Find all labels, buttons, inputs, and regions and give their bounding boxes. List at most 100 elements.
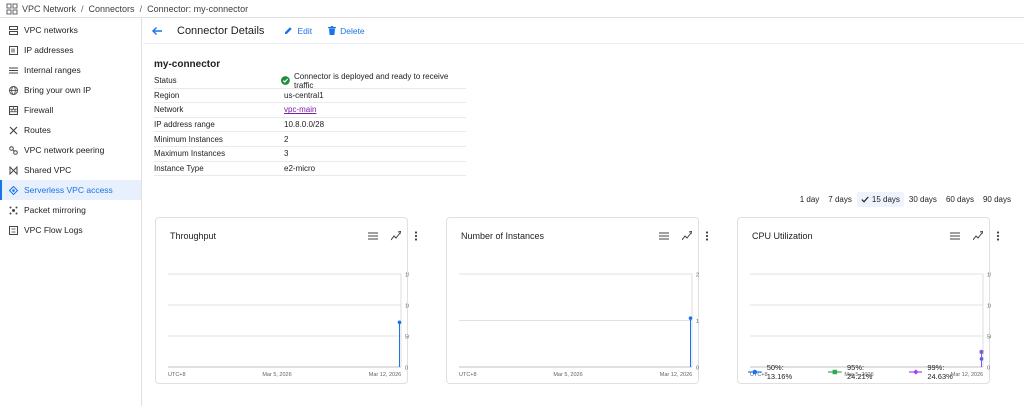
- detail-key: Instance Type: [154, 163, 204, 173]
- sidebar-item-firewall[interactable]: Firewall: [0, 100, 141, 120]
- y-tick-label: 0: [696, 366, 699, 372]
- edit-button-label: Edit: [297, 25, 313, 36]
- detail-row-instance-type: Instance Type e2-micro: [154, 162, 466, 177]
- detail-key: IP address range: [154, 120, 215, 130]
- sidebar-item-label: Internal ranges: [24, 65, 81, 75]
- vpc-networks-icon: [8, 25, 18, 35]
- y-tick-label: 150B/s: [405, 273, 409, 279]
- sidebar-item-vpc-network-peering[interactable]: VPC network peering: [0, 140, 141, 160]
- x-tick-label: UTC+8: [459, 372, 477, 378]
- delete-button-label: Delete: [340, 25, 365, 36]
- range-30-days[interactable]: 30 days: [905, 192, 941, 207]
- detail-key: Network: [154, 105, 184, 115]
- sidebar-item-label: IP addresses: [24, 45, 74, 55]
- y-tick-label: 1: [696, 319, 699, 325]
- sidebar-item-packet-mirroring[interactable]: Packet mirroring: [0, 200, 141, 220]
- shared-vpc-icon: [8, 165, 18, 175]
- checkmark-icon: [861, 196, 869, 203]
- sidebar-item-label: Packet mirroring: [24, 205, 86, 215]
- check-circle-icon: [281, 76, 290, 86]
- legend-item-95[interactable]: 95%: 24.21%: [828, 363, 890, 381]
- more-options-icon[interactable]: [414, 231, 418, 241]
- detail-value: e2-micro: [284, 163, 316, 173]
- network-link[interactable]: vpc-main: [284, 105, 316, 114]
- internal-ranges-icon: [8, 65, 18, 75]
- legend-item-99[interactable]: 99%: 24.63%: [908, 363, 971, 381]
- breadcrumb-current: Connector: my-connector: [147, 3, 249, 14]
- cpu-utilization-chart-card: CPU Utilization 150%100%50%0UTC+8Mar 5, …: [737, 217, 1000, 384]
- sidebar-item-label: VPC networks: [24, 25, 78, 35]
- cpu-utilization-chart: 150%100%50%0UTC+8Mar 5, 2026Mar 12, 2026: [750, 273, 991, 378]
- legend-label: 50%: 13.16%: [766, 363, 793, 381]
- data-point: [688, 316, 693, 320]
- pencil-icon: [285, 27, 293, 34]
- connector-details-table: Status Connector is deployed and ready t…: [154, 72, 466, 177]
- instances-chart-card: Number of Instances 2 1 0 UTC+8 Mar 5, 2026 M…: [446, 217, 709, 384]
- data-point: [397, 320, 402, 325]
- legend-label: 99%: 24.63%: [927, 363, 953, 381]
- y-tick-label: 50B/s: [405, 335, 409, 341]
- globe-icon: [8, 85, 18, 95]
- y-tick-label: 2: [696, 273, 699, 279]
- range-1-day[interactable]: 1 day: [796, 192, 824, 207]
- range-7-days[interactable]: 7 days: [824, 192, 856, 207]
- delete-button[interactable]: Delete: [328, 26, 365, 36]
- serverless-icon: [8, 185, 18, 195]
- legend-diamond-marker-icon: [908, 369, 923, 375]
- detail-row-min-instances: Minimum Instances 2: [154, 132, 466, 147]
- flow-logs-icon: [8, 225, 18, 235]
- breadcrumb-separator: /: [81, 3, 84, 14]
- throughput-chart-card: Throughput 150B/s100B/s50B/s0UTC+8Mar 5,…: [155, 217, 418, 384]
- breadcrumb-vpc-network[interactable]: VPC Network: [22, 4, 76, 14]
- x-tick-label: Mar 5, 2026: [262, 372, 291, 378]
- sidebar: VPC networks IP addresses Internal range…: [0, 18, 142, 406]
- sidebar-item-serverless-vpc-access[interactable]: Serverless VPC access: [0, 180, 141, 200]
- legend-label: 95%: 24.21%: [847, 363, 873, 381]
- connector-name: my-connector: [154, 59, 221, 70]
- more-options-icon[interactable]: [996, 231, 1000, 241]
- vpc-network-logo-icon: [6, 3, 18, 14]
- detail-value: Connector is deployed and ready to recei…: [281, 72, 466, 90]
- sidebar-item-internal-ranges[interactable]: Internal ranges: [0, 60, 141, 80]
- page-header: Connector Details Edit Delete: [143, 18, 1024, 44]
- ip-addresses-icon: [8, 45, 18, 55]
- detail-key: Region: [154, 90, 180, 100]
- sidebar-item-label: Serverless VPC access: [24, 185, 113, 195]
- x-tick-label: UTC+8: [168, 372, 186, 378]
- y-tick-label: 50%: [987, 335, 991, 341]
- more-options-icon[interactable]: [705, 231, 709, 241]
- range-90-days[interactable]: 90 days: [979, 192, 1015, 207]
- status-text: Connector is deployed and ready to recei…: [293, 71, 449, 90]
- range-60-days[interactable]: 60 days: [942, 192, 978, 207]
- detail-value: us-central1: [284, 90, 324, 100]
- detail-key: Minimum Instances: [154, 134, 223, 144]
- instances-chart: 2 1 0 UTC+8 Mar 5, 2026 Mar 12, 2026: [459, 273, 699, 378]
- firewall-icon: [8, 105, 18, 115]
- throughput-chart: 150B/s 100B/s 50B/s 0 UTC+8 Mar 5, 2026 Mar 12…: [168, 273, 409, 378]
- detail-value: 2: [284, 134, 289, 144]
- time-range-selector: 1 day 7 days 15 days 30 days 60 days 90 …: [795, 192, 1015, 207]
- back-arrow-icon[interactable]: [151, 25, 163, 37]
- detail-row-ip-range: IP address range 10.8.0.0/28: [154, 118, 466, 133]
- y-tick-label: 100B/s: [405, 304, 409, 310]
- page-title: Connector Details: [177, 24, 265, 37]
- sidebar-item-bring-your-own-ip[interactable]: Bring your own IP: [0, 80, 141, 100]
- sidebar-item-label: Bring your own IP: [24, 85, 92, 95]
- sidebar-item-ip-addresses[interactable]: IP addresses: [0, 40, 141, 60]
- sidebar-item-label: VPC Flow Logs: [24, 225, 83, 235]
- edit-button[interactable]: Edit: [284, 26, 312, 36]
- detail-row-max-instances: Maximum Instances 3: [154, 147, 466, 162]
- detail-key: Maximum Instances: [154, 149, 226, 159]
- range-label: 15 days: [871, 195, 900, 204]
- sidebar-item-shared-vpc[interactable]: Shared VPC: [0, 160, 141, 180]
- x-tick-label: Mar 5, 2026: [553, 372, 582, 378]
- main-content: Connector Details Edit Delete my-connect…: [143, 18, 1024, 406]
- range-15-days[interactable]: 15 days: [856, 192, 904, 207]
- legend-item-50[interactable]: 50%: 13.16%: [748, 363, 810, 381]
- detail-value: 3: [284, 149, 289, 159]
- sidebar-item-vpc-networks[interactable]: VPC networks: [0, 20, 141, 40]
- sidebar-item-vpc-flow-logs[interactable]: VPC Flow Logs: [0, 220, 141, 240]
- breadcrumb-connectors[interactable]: Connectors: [89, 4, 135, 14]
- y-tick-label: 150%: [987, 273, 991, 279]
- sidebar-item-routes[interactable]: Routes: [0, 120, 141, 140]
